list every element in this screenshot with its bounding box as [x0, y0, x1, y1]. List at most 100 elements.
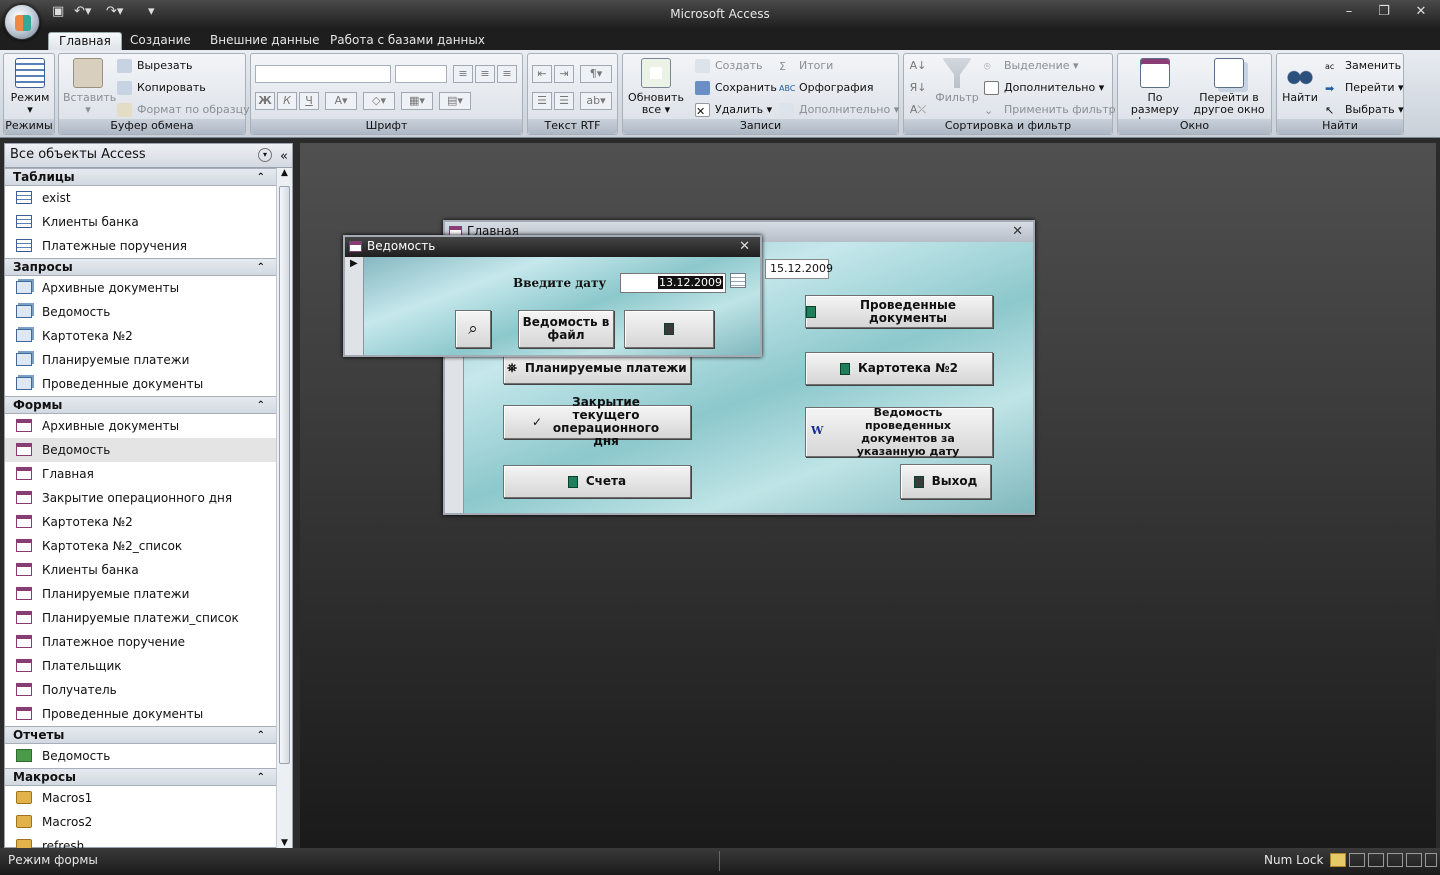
totals-button[interactable]: Σ Итоги: [779, 58, 833, 76]
close-icon[interactable]: ✕: [1409, 4, 1433, 22]
nav-item[interactable]: Клиенты банка: [5, 558, 277, 582]
toggle-filter-button[interactable]: ⌄ Применить фильтр: [984, 102, 1116, 120]
layout-view-icon[interactable]: [1406, 853, 1422, 867]
filter-button[interactable]: Фильтр: [934, 58, 980, 104]
nav-section-header[interactable]: Макросы ⌃: [5, 768, 277, 786]
more-records-button[interactable]: Дополнительно ▾: [779, 102, 899, 120]
office-button[interactable]: [4, 4, 40, 40]
nav-item[interactable]: Планируемые платежи_список: [5, 606, 277, 630]
nav-item[interactable]: refresh: [5, 834, 277, 848]
design-view-icon[interactable]: [1425, 853, 1437, 867]
accounts-button[interactable]: Счета: [503, 465, 691, 498]
close-icon[interactable]: ✕: [1012, 223, 1023, 241]
bold-button[interactable]: Ж: [255, 92, 275, 110]
align-center-icon[interactable]: ≡: [475, 65, 495, 83]
nav-item[interactable]: Получатель: [5, 678, 277, 702]
nav-item[interactable]: Проведенные документы: [5, 372, 277, 396]
scroll-down-icon[interactable]: ▼: [277, 838, 292, 848]
nav-item[interactable]: Картотека №2: [5, 510, 277, 534]
record-selector[interactable]: ▶: [345, 257, 364, 355]
goto-button[interactable]: ➡ Перейти ▾: [1325, 80, 1404, 98]
close-day-button[interactable]: ✓ Закрытие текущего операционного дня: [503, 396, 691, 448]
pivot-chart-view-icon[interactable]: [1387, 853, 1403, 867]
save-record-button[interactable]: Сохранить: [695, 80, 777, 98]
alternate-fill-icon[interactable]: ▤▾: [439, 92, 471, 110]
scroll-up-icon[interactable]: ▲: [277, 168, 292, 178]
nav-item[interactable]: Ведомость: [5, 744, 277, 768]
nav-section-header[interactable]: Отчеты ⌃: [5, 726, 277, 744]
cut-button[interactable]: Вырезать: [117, 58, 192, 76]
highlight-icon[interactable]: ab▾: [580, 92, 612, 110]
font-size-field[interactable]: [395, 65, 447, 83]
nav-item[interactable]: Картотека №2_список: [5, 534, 277, 558]
card2-button[interactable]: Картотека №2: [805, 352, 993, 385]
nav-item[interactable]: Главная: [5, 462, 277, 486]
nav-item[interactable]: Картотека №2: [5, 324, 277, 348]
nav-scrollbar[interactable]: ▲ ▼: [276, 168, 292, 848]
nav-item[interactable]: Macros2: [5, 810, 277, 834]
tab-external-data[interactable]: Внешние данные: [200, 32, 329, 50]
indent-icon[interactable]: ⇥: [554, 65, 574, 83]
nav-item[interactable]: Клиенты банка: [5, 210, 277, 234]
statement-to-file-button[interactable]: Ведомость в файл: [518, 310, 614, 348]
form-view-icon[interactable]: [1330, 853, 1346, 867]
nav-item[interactable]: Платежные поручения: [5, 234, 277, 258]
gridlines-icon[interactable]: ▦▾: [401, 92, 433, 110]
nav-header[interactable]: Все объекты Access ▾ «: [5, 144, 292, 168]
format-painter-button[interactable]: Формат по образцу: [117, 102, 250, 120]
collapse-section-icon[interactable]: ⌃: [257, 260, 265, 276]
vedomost-form-titlebar[interactable]: Ведомость ✕: [345, 237, 760, 257]
switch-windows-button[interactable]: Перейти вдругое окно ▾: [1190, 58, 1268, 128]
delete-record-button[interactable]: ✕ Удалить ▾: [695, 102, 772, 120]
datasheet-view-icon[interactable]: [1349, 853, 1365, 867]
collapse-pane-icon[interactable]: «: [280, 146, 288, 168]
sort-ascending-icon[interactable]: A↓: [908, 58, 928, 76]
scroll-thumb[interactable]: [279, 186, 290, 764]
italic-button[interactable]: К: [277, 92, 297, 110]
clear-sort-icon[interactable]: A⤫: [908, 102, 928, 120]
nav-item[interactable]: Платежное поручение: [5, 630, 277, 654]
processed-documents-button[interactable]: Проведенные документы: [805, 295, 993, 328]
minimize-icon[interactable]: –: [1337, 4, 1361, 22]
nav-item[interactable]: Macros1: [5, 786, 277, 810]
align-left-icon[interactable]: ≡: [453, 65, 473, 83]
copy-button[interactable]: Копировать: [117, 80, 206, 98]
nav-item[interactable]: Архивные документы: [5, 414, 277, 438]
selection-button[interactable]: ⌾ Выделение ▾: [984, 58, 1079, 76]
bullets-icon[interactable]: ☰: [554, 92, 574, 110]
tab-database-tools[interactable]: Работа с базами данных: [320, 32, 495, 50]
font-name-field[interactable]: [255, 65, 391, 83]
calendar-icon[interactable]: [730, 273, 746, 288]
replace-button[interactable]: ac Заменить: [1325, 58, 1401, 76]
exit-button[interactable]: [624, 310, 714, 348]
nav-item[interactable]: Плательщик: [5, 654, 277, 678]
nav-item[interactable]: Ведомость: [5, 438, 277, 462]
nav-item[interactable]: Закрытие операционного дня: [5, 486, 277, 510]
paste-button[interactable]: Вставить ▾: [63, 58, 116, 116]
restore-icon[interactable]: ❐: [1372, 4, 1396, 22]
nav-section-header[interactable]: Таблицы ⌃: [5, 168, 277, 186]
fill-color-icon[interactable]: ◇▾: [363, 92, 395, 110]
nav-item[interactable]: exist: [5, 186, 277, 210]
nav-item[interactable]: Планируемые платежи: [5, 582, 277, 606]
fit-to-form-button[interactable]: По размеруформы: [1122, 58, 1188, 128]
search-icon[interactable]: ⌕: [455, 310, 491, 348]
nav-item[interactable]: Архивные документы: [5, 276, 277, 300]
sort-descending-icon[interactable]: Я↓: [908, 80, 928, 98]
advanced-filter-button[interactable]: Дополнительно ▾: [984, 80, 1104, 98]
find-button[interactable]: Найти: [1281, 58, 1319, 104]
tab-home[interactable]: Главная: [48, 32, 122, 50]
spelling-button[interactable]: ABC Орфография: [779, 80, 873, 98]
refresh-all-button[interactable]: Обновить все ▾: [627, 58, 685, 116]
align-right-icon[interactable]: ≡: [497, 65, 517, 83]
new-record-button[interactable]: Создать: [695, 58, 763, 76]
exit-button[interactable]: Выход: [900, 464, 991, 499]
collapse-section-icon[interactable]: ⌃: [257, 170, 265, 186]
font-color-icon[interactable]: A▾: [325, 92, 357, 110]
underline-button[interactable]: Ч: [299, 92, 319, 110]
nav-item[interactable]: Ведомость: [5, 300, 277, 324]
view-button[interactable]: Режим ▾: [8, 58, 52, 116]
nav-menu-icon[interactable]: ▾: [258, 148, 272, 162]
tab-create[interactable]: Создание: [120, 32, 201, 50]
collapse-section-icon[interactable]: ⌃: [257, 770, 265, 786]
